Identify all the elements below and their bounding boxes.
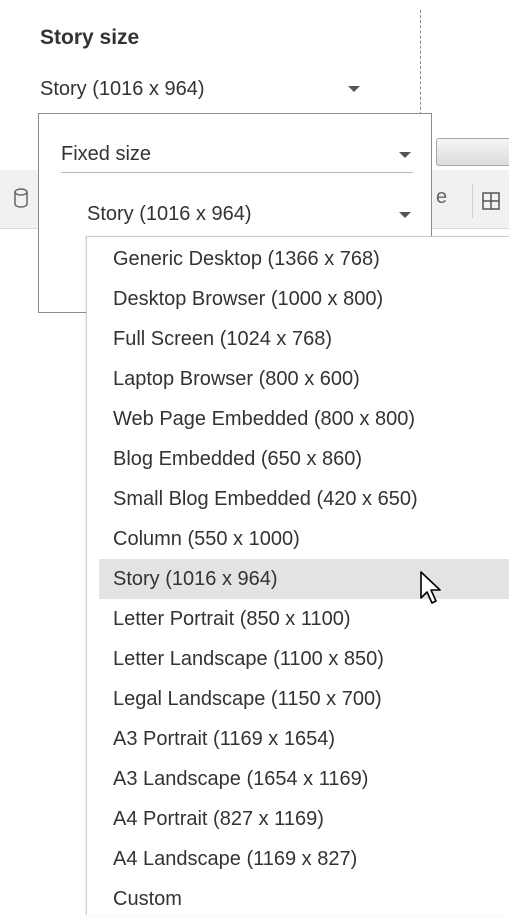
option-generic-desktop[interactable]: Generic Desktop (1366 x 768): [99, 239, 509, 279]
story-size-dropdown[interactable]: Story (1016 x 964): [40, 72, 370, 106]
background-toolbar-text: e: [436, 186, 448, 208]
option-legal-landscape[interactable]: Legal Landscape (1150 x 700): [99, 679, 509, 719]
size-preset-dropdown[interactable]: Story (1016 x 964): [87, 196, 413, 232]
caret-down-icon: [348, 86, 360, 92]
grid-icon[interactable]: [472, 184, 509, 218]
option-letter-portrait[interactable]: Letter Portrait (850 x 1100): [99, 599, 509, 639]
option-web-page-embedded[interactable]: Web Page Embedded (800 x 800): [99, 399, 509, 439]
option-column[interactable]: Column (550 x 1000): [99, 519, 509, 559]
caret-down-icon: [399, 212, 411, 218]
size-mode-dropdown[interactable]: Fixed size: [61, 136, 413, 173]
size-mode-value: Fixed size: [61, 142, 152, 165]
dashed-divider: [420, 10, 421, 120]
story-size-heading: Story size: [40, 26, 140, 49]
size-preset-options: Generic Desktop (1366 x 768) Desktop Bro…: [86, 236, 509, 915]
background-scrollbar[interactable]: [436, 138, 509, 166]
option-story[interactable]: Story (1016 x 964): [99, 559, 509, 599]
cylinder-icon: [14, 188, 28, 208]
option-small-blog-embedded[interactable]: Small Blog Embedded (420 x 650): [99, 479, 509, 519]
option-a4-portrait[interactable]: A4 Portrait (827 x 1169): [99, 799, 509, 839]
option-blog-embedded[interactable]: Blog Embedded (650 x 860): [99, 439, 509, 479]
option-laptop-browser[interactable]: Laptop Browser (800 x 600): [99, 359, 509, 399]
option-custom[interactable]: Custom: [99, 879, 509, 919]
option-a4-landscape[interactable]: A4 Landscape (1169 x 827): [99, 839, 509, 879]
story-size-value: Story (1016 x 964): [40, 77, 205, 100]
option-a3-portrait[interactable]: A3 Portrait (1169 x 1654): [99, 719, 509, 759]
option-letter-landscape[interactable]: Letter Landscape (1100 x 850): [99, 639, 509, 679]
caret-down-icon: [399, 152, 411, 158]
option-a3-landscape[interactable]: A3 Landscape (1654 x 1169): [99, 759, 509, 799]
option-desktop-browser[interactable]: Desktop Browser (1000 x 800): [99, 279, 509, 319]
option-full-screen[interactable]: Full Screen (1024 x 768): [99, 319, 509, 359]
size-preset-value: Story (1016 x 964): [87, 202, 252, 225]
